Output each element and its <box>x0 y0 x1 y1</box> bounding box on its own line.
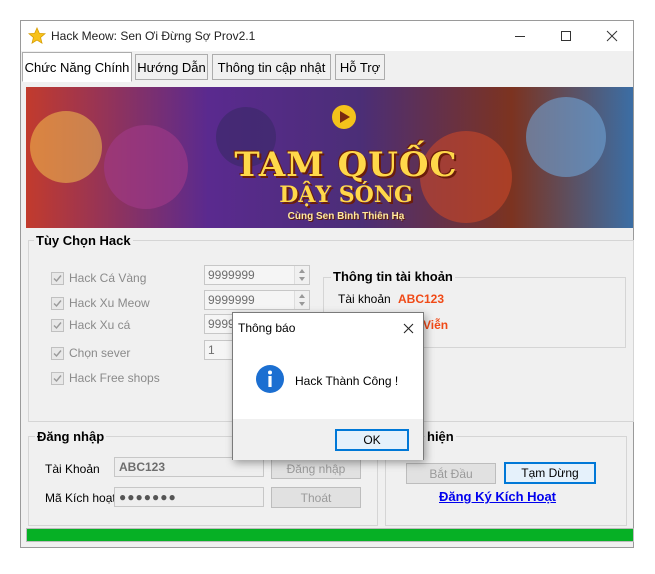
dialog-close-button[interactable] <box>397 317 419 339</box>
checkbox-chon-sever[interactable]: Chọn sever <box>51 345 130 361</box>
banner-subtitle: Cùng Sen Bình Thiên Hạ <box>287 211 405 222</box>
checkmark-icon <box>53 321 62 329</box>
dialog-message: Hack Thành Công ! <box>295 374 399 388</box>
checkbox-box <box>51 346 64 360</box>
checkmark-icon <box>53 374 62 382</box>
account-label: Tài khoản <box>338 292 391 306</box>
checkmark-icon <box>53 349 62 357</box>
checkbox-label: Hack Xu cá <box>69 318 131 332</box>
pause-button[interactable]: Tạm Dừng <box>504 462 596 484</box>
account-info-title: Thông tin tài khoản <box>331 269 455 284</box>
login-button[interactable]: Đăng nhập <box>271 458 361 479</box>
activation-code-label: Mã Kích hoạt <box>45 491 116 505</box>
account-field-label: Tài Khoản <box>45 462 100 476</box>
checkbox-hack-xu-ca[interactable]: Hack Xu cá <box>51 317 130 333</box>
checkbox-box <box>51 296 64 310</box>
minimize-button[interactable] <box>497 21 543 51</box>
checkbox-box <box>51 271 64 285</box>
execute-title: hiện <box>425 429 456 444</box>
app-window: Hack Meow: Sen Ơi Đừng Sợ Prov2.1 Chức N… <box>20 20 634 548</box>
dialog-footer: OK <box>233 419 423 460</box>
activation-code-input[interactable]: ●●●●●●● <box>114 487 264 507</box>
checkbox-label: Hack Xu Meow <box>69 296 150 310</box>
game-banner: TAM QUỐC DẬY SÓNG Cùng Sen Bình Thiên Hạ <box>26 87 633 228</box>
window-title: Hack Meow: Sen Ơi Đừng Sợ Prov2.1 <box>51 29 256 43</box>
dialog-title: Thông báo <box>238 321 296 335</box>
account-input[interactable]: ABC123 <box>114 457 264 477</box>
star-app-icon <box>28 27 46 44</box>
close-button[interactable] <box>589 21 635 51</box>
account-second-value: Viễn <box>423 318 449 332</box>
spinner-arrows-icon[interactable] <box>294 291 309 309</box>
progress-bar <box>26 528 634 542</box>
close-icon <box>606 30 618 42</box>
checkbox-label: Hack Cá Vàng <box>69 271 147 285</box>
checkbox-label: Hack Free shops <box>69 371 160 385</box>
ca-vang-amount-input[interactable]: 9999999 <box>204 265 310 285</box>
tab-huong-dan[interactable]: Hướng Dẫn <box>135 54 208 80</box>
spinner-arrows-icon[interactable] <box>294 266 309 284</box>
maximize-button[interactable] <box>543 21 589 51</box>
register-activation-link[interactable]: Đăng Ký Kích Hoạt <box>439 489 556 504</box>
start-button[interactable]: Bắt Đầu <box>406 463 496 484</box>
checkbox-hack-ca-vang[interactable]: Hack Cá Vàng <box>51 270 146 286</box>
checkmark-icon <box>53 299 62 307</box>
hack-options-title: Tùy Chọn Hack <box>34 233 133 248</box>
checkmark-icon <box>53 274 62 282</box>
title-bar: Hack Meow: Sen Ơi Đừng Sợ Prov2.1 <box>21 21 633 51</box>
checkbox-hack-xu-meow[interactable]: Hack Xu Meow <box>51 295 150 311</box>
progress-fill <box>27 529 633 541</box>
checkbox-hack-free-shops[interactable]: Hack Free shops <box>51 370 160 386</box>
banner-title-2: DẬY SÓNG <box>279 182 413 208</box>
tab-ho-tro[interactable]: Hỗ Trợ <box>335 54 385 80</box>
notification-dialog: Thông báo Hack Thành Công ! OK <box>232 312 424 460</box>
banner-title: TAM QUỐC <box>234 145 458 185</box>
xu-meow-amount-input[interactable]: 9999999 <box>204 290 310 310</box>
checkbox-label: Chọn sever <box>69 346 131 360</box>
tab-chuc-nang-chinh[interactable]: Chức Năng Chính <box>22 52 132 82</box>
login-title: Đăng nhập <box>35 429 107 444</box>
checkbox-box <box>51 318 64 332</box>
tab-thong-tin-cap-nhat[interactable]: Thông tin cập nhật <box>212 54 331 80</box>
maximize-icon <box>561 31 571 41</box>
info-icon <box>256 365 284 393</box>
checkbox-box <box>51 371 64 385</box>
account-value: ABC123 <box>398 292 445 306</box>
dialog-ok-button[interactable]: OK <box>335 429 409 451</box>
minimize-icon <box>515 36 525 37</box>
close-icon <box>403 323 413 333</box>
logout-button[interactable]: Thoát <box>271 487 361 508</box>
